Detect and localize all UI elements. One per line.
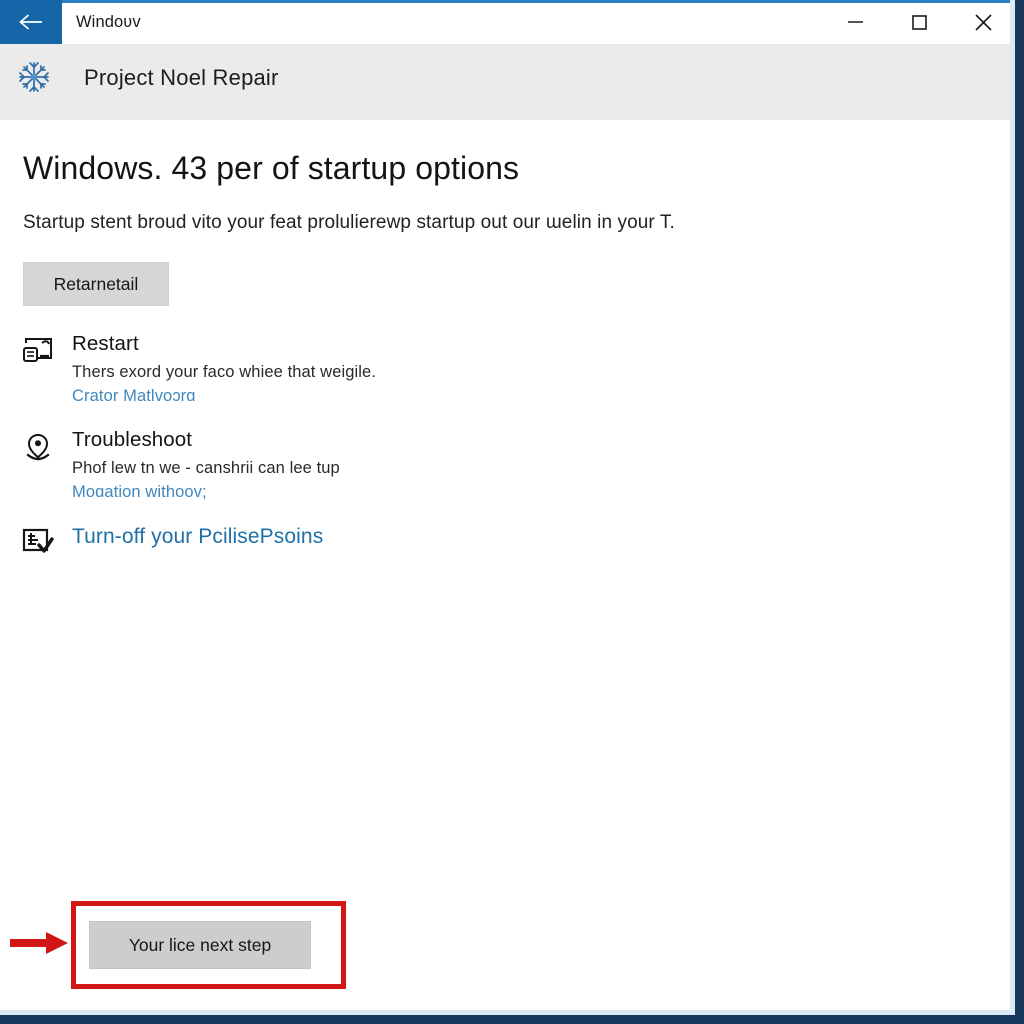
option-link[interactable]: Moɑation withoov; <box>72 483 207 502</box>
option-list: Restart Thers exord your faco whiee that… <box>0 332 1015 578</box>
window-frame-right <box>1015 0 1024 1024</box>
window-title: Windoʋv <box>76 13 141 31</box>
option-body: Turn-off your PcilisePsoins <box>60 524 323 549</box>
option-description: Thers exord your faco whiee that weigile… <box>72 362 376 381</box>
back-button[interactable] <box>0 0 62 44</box>
restart-display-icon <box>22 332 60 366</box>
page-subtitle: Startup stent broud vitо your feat prolu… <box>23 212 675 233</box>
close-icon <box>974 13 992 31</box>
minimize-icon <box>847 16 863 28</box>
maximize-icon <box>911 14 927 30</box>
application-window: Windoʋv Project Noel Repair Windows. 43 … <box>0 0 1024 1024</box>
maximize-button[interactable] <box>887 0 951 44</box>
option-title: Restart <box>72 332 139 355</box>
option-body: Troubleshoot Phof lew tn we - canshrii c… <box>60 428 340 502</box>
window-frame-bottom <box>0 1015 1024 1024</box>
snowflake-icon <box>17 60 51 94</box>
retarnetail-button[interactable]: Retarnetail <box>23 262 169 306</box>
option-item-restart[interactable]: Restart Thers exord your faco whiee that… <box>0 332 1015 406</box>
page-title: Windows. 43 per of startup options <box>23 150 520 186</box>
title-bar: Windoʋv <box>0 0 1015 44</box>
option-item-turn-off[interactable]: Turn-off your PcilisePsoins <box>0 524 1015 556</box>
app-title: Project Noel Repair <box>84 65 279 90</box>
app-header: Project Noel Repair <box>0 44 1015 120</box>
checklist-document-icon <box>22 524 60 556</box>
red-arrow-right-icon <box>8 928 70 958</box>
option-body: Restart Thers exord your faco whiee that… <box>60 332 376 406</box>
minimize-button[interactable] <box>823 0 887 44</box>
caption-button-group <box>823 0 1015 44</box>
option-title: Troubleshoot <box>72 428 193 452</box>
option-link[interactable]: Crator Matlvoɔrɑ <box>72 387 196 406</box>
back-arrow-icon <box>18 13 44 31</box>
next-step-button[interactable]: Your lice next step <box>89 921 311 969</box>
location-pin-icon <box>22 428 60 464</box>
close-button[interactable] <box>951 0 1015 44</box>
option-title[interactable]: Turn-off your PcilisePsoins <box>72 524 323 549</box>
option-description: Phof lew tn we - canshrii can lee tup <box>72 458 340 477</box>
content-area: Windows. 43 per of startup options Start… <box>0 120 1015 1014</box>
option-item-troubleshoot[interactable]: Troubleshoot Phof lew tn we - canshrii c… <box>0 428 1015 502</box>
